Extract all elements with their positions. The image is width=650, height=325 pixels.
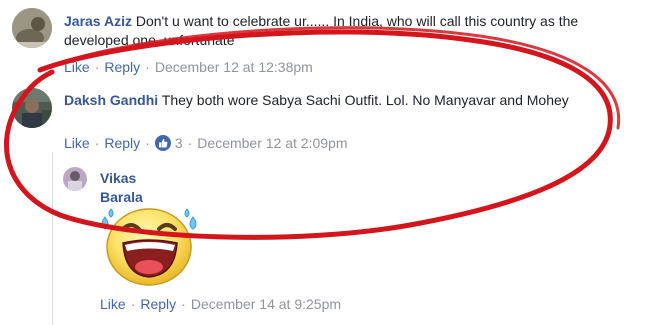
comment-text: Don't u want to celebrate ur...... In In… <box>64 13 579 48</box>
separator-dot: · <box>145 59 150 75</box>
avatar[interactable] <box>12 88 52 128</box>
comment-actions: Like · Reply · December 12 at 12:38pm <box>64 59 313 75</box>
like-link[interactable]: Like <box>100 296 126 312</box>
comment-actions: Like · Reply · December 14 at 9:25pm <box>100 296 341 312</box>
separator-dot: · <box>187 135 193 151</box>
reply-link[interactable]: Reply <box>104 59 140 75</box>
separator-dot: · <box>181 296 186 312</box>
reaction-count[interactable]: 3 <box>175 135 183 151</box>
comment-body: Jaras Aziz Don't u want to celebrate ur.… <box>64 12 634 50</box>
timestamp-link[interactable]: December 12 at 2:09pm <box>197 135 347 151</box>
avatar[interactable] <box>63 167 87 191</box>
separator-dot: · <box>130 296 136 312</box>
separator-dot: · <box>94 135 100 151</box>
reply-link[interactable]: Reply <box>140 296 176 312</box>
comment-body: Daksh Gandhi They both wore Sabya Sachi … <box>64 91 594 110</box>
separator-dot: · <box>94 59 100 75</box>
avatar-image <box>63 167 87 191</box>
like-link[interactable]: Like <box>64 59 90 75</box>
comment-text: They both wore Sabya Sachi Outfit. Lol. … <box>161 92 569 108</box>
reply-link[interactable]: Reply <box>104 135 140 151</box>
timestamp-link[interactable]: December 14 at 9:25pm <box>191 296 341 312</box>
avatar-image <box>12 8 52 48</box>
separator-dot: · <box>145 135 150 151</box>
like-link[interactable]: Like <box>64 135 90 151</box>
avatar[interactable] <box>12 8 52 48</box>
timestamp-link[interactable]: December 12 at 12:38pm <box>155 59 313 75</box>
laughing-tears-emoji-icon <box>97 199 207 289</box>
avatar-image <box>12 88 52 128</box>
reply-thread-line <box>52 152 53 325</box>
comment-author-link[interactable]: Daksh Gandhi <box>64 92 158 108</box>
comment-actions: Like · Reply · 3 · December 12 at 2:09pm <box>64 135 348 151</box>
thumbs-up-icon[interactable] <box>154 135 171 151</box>
comment-author-link[interactable]: Jaras Aziz <box>64 13 132 29</box>
